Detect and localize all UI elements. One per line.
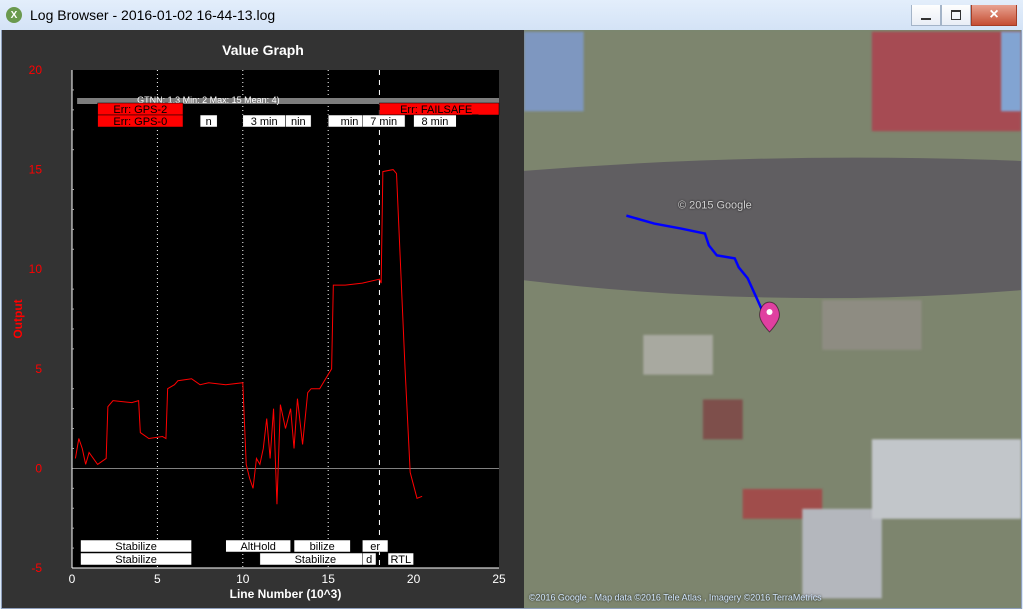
label-group[interactable]: Err: GPS-0 bbox=[97, 114, 184, 128]
label-text: Stabilize bbox=[115, 554, 157, 566]
main-content: Value Graph -5 0 5 10 15 20 0 5 10 15 20 25 Line Numb… bbox=[1, 30, 1022, 609]
log-browser-window: X Log Browser - 2016-01-02 16-44-13.log … bbox=[0, 0, 1023, 609]
map-building bbox=[524, 31, 584, 112]
label-text: Stabilize bbox=[295, 554, 337, 566]
map-building bbox=[643, 334, 713, 375]
x-tick-label-20: 20 bbox=[407, 572, 421, 586]
map-building bbox=[871, 439, 1021, 519]
minimize-icon bbox=[921, 17, 931, 20]
label-group[interactable]: bilize bbox=[293, 539, 351, 553]
label-text: Err: GPS-0 bbox=[113, 116, 167, 128]
close-button[interactable]: × bbox=[971, 4, 1017, 26]
y-axis-label: Output bbox=[11, 299, 25, 338]
label-text: min bbox=[341, 116, 359, 128]
label-text: Err: GPS-2 bbox=[113, 104, 167, 116]
map-building bbox=[1001, 31, 1021, 112]
map-watermark: © 2015 Google bbox=[678, 200, 752, 212]
x-tick-label-15: 15 bbox=[322, 572, 336, 586]
x-axis-label: Line Number (10^3) bbox=[230, 587, 342, 601]
title-bar: X Log Browser - 2016-01-02 16-44-13.log … bbox=[0, 0, 1023, 30]
label-text: bilize bbox=[310, 541, 335, 553]
label-text: AltHold bbox=[240, 541, 275, 553]
value-graph[interactable]: Value Graph -5 0 5 10 15 20 0 5 10 15 20 25 Line Numb… bbox=[2, 30, 524, 608]
label-group[interactable]: 8 min bbox=[413, 114, 457, 128]
window-title: Log Browser - 2016-01-02 16-44-13.log bbox=[30, 7, 276, 23]
y-axis: -5 0 5 10 15 20 bbox=[29, 63, 74, 575]
x-tick-label-0: 0 bbox=[69, 572, 76, 586]
x-tick-label-5: 5 bbox=[154, 572, 161, 586]
map-river bbox=[524, 157, 1021, 299]
x-tick-label-10: 10 bbox=[236, 572, 250, 586]
y-tick-label--5: -5 bbox=[31, 561, 42, 575]
plot-area bbox=[72, 70, 499, 568]
map-building bbox=[802, 508, 882, 599]
label-group[interactable]: n bbox=[199, 114, 218, 128]
map-building bbox=[702, 399, 743, 440]
map-copyright: ©2016 Google - Map data ©2016 Tele Atlas… bbox=[529, 592, 822, 602]
graph-panel: Value Graph -5 0 5 10 15 20 0 5 10 15 20 25 Line Numb… bbox=[2, 30, 524, 608]
label-group[interactable]: Stabilize bbox=[80, 552, 192, 566]
label-group[interactable]: Stabilize bbox=[80, 539, 192, 553]
chart-title: Value Graph bbox=[222, 42, 304, 58]
map-view[interactable]: © 2015 Google ©2016 Google - Map data ©2… bbox=[524, 30, 1021, 608]
y-tick-label-20: 20 bbox=[29, 63, 43, 77]
y-tick-label-10: 10 bbox=[29, 262, 43, 276]
minimize-button[interactable] bbox=[911, 4, 941, 26]
label-text: 3 min bbox=[251, 116, 278, 128]
label-text: Stabilize bbox=[115, 541, 157, 553]
label-group[interactable]: nin bbox=[285, 114, 312, 128]
map-building bbox=[822, 300, 922, 350]
maximize-icon bbox=[951, 9, 961, 20]
label-text: 7 min bbox=[370, 116, 397, 128]
map-building bbox=[871, 31, 1021, 132]
y-tick-label-15: 15 bbox=[29, 163, 43, 177]
map-panel[interactable]: © 2015 Google ©2016 Google - Map data ©2… bbox=[524, 30, 1021, 608]
label-group[interactable]: 7 min bbox=[362, 114, 406, 128]
label-group[interactable]: Err: GPS-2 bbox=[97, 102, 184, 116]
x-axis: 0 5 10 15 20 25 bbox=[69, 572, 506, 586]
label-group[interactable]: Stabilize bbox=[259, 552, 372, 566]
label-text: nin bbox=[291, 116, 306, 128]
label-group[interactable]: AltHold bbox=[225, 539, 291, 553]
label-group[interactable]: RTL bbox=[387, 552, 414, 566]
label-group[interactable]: er bbox=[362, 539, 389, 553]
maximize-button[interactable] bbox=[941, 4, 971, 26]
app-icon[interactable]: X bbox=[6, 7, 22, 23]
label-text: RTL bbox=[390, 554, 411, 566]
x-tick-label-25: 25 bbox=[492, 572, 506, 586]
label-text: Err: FAILSAFE_ bbox=[400, 104, 479, 116]
y-tick-label-0: 0 bbox=[35, 461, 42, 475]
label-text: 8 min bbox=[421, 116, 448, 128]
label-group[interactable]: d bbox=[362, 552, 377, 566]
label-group[interactable]: 3 min bbox=[242, 114, 286, 128]
label-text: er bbox=[370, 541, 380, 553]
window-controls: × bbox=[911, 4, 1017, 26]
close-icon: × bbox=[989, 5, 999, 23]
y-tick-label-5: 5 bbox=[35, 362, 42, 376]
label-text: d bbox=[366, 554, 372, 566]
label-group[interactable]: Err: FAILSAFE_ bbox=[379, 102, 500, 116]
label-text: n bbox=[206, 116, 212, 128]
